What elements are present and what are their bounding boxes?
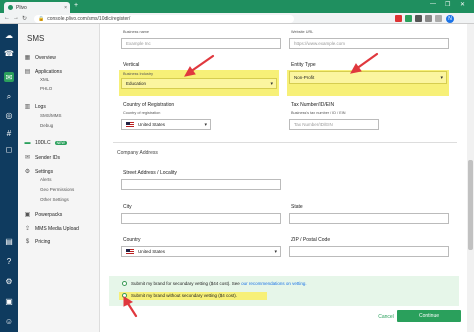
arrow-entity-type	[354, 52, 379, 71]
arrow-vertical	[188, 54, 215, 74]
annotation-arrows	[123, 52, 379, 318]
